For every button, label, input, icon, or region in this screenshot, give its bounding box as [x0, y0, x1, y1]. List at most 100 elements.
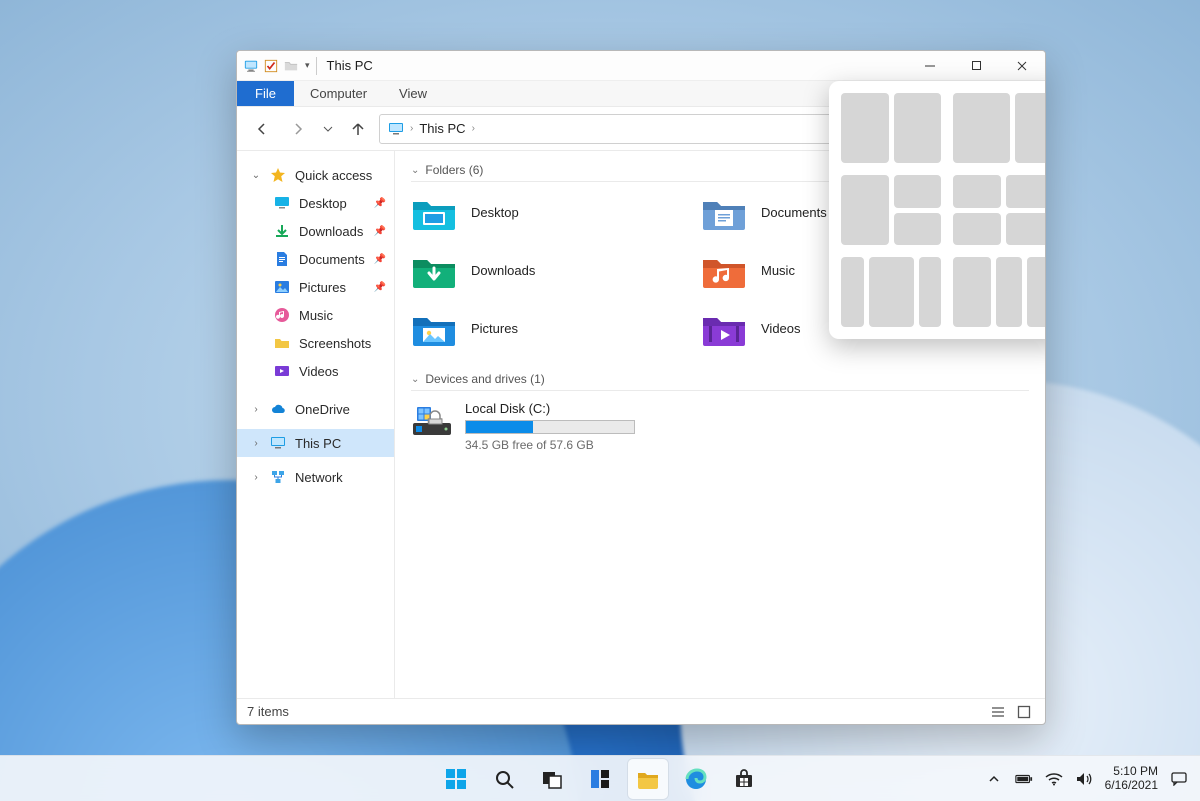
- group-header-drives[interactable]: ⌄ Devices and drives (1): [411, 368, 1029, 391]
- forward-button[interactable]: [283, 114, 313, 144]
- titlebar[interactable]: ▾ This PC: [237, 51, 1045, 81]
- sidebar-item-label: Quick access: [295, 168, 372, 183]
- sidebar-item-desktop[interactable]: Desktop 📌: [237, 189, 394, 217]
- taskbar[interactable]: 5:10 PM 6/16/2021: [0, 755, 1200, 801]
- sidebar-item-label: Screenshots: [299, 336, 371, 351]
- sidebar-item-label: OneDrive: [295, 402, 350, 417]
- desktop: ▾ This PC File Computer View › Thi: [0, 0, 1200, 801]
- battery-icon[interactable]: [1015, 770, 1033, 788]
- music-icon: [273, 306, 291, 324]
- sidebar-item-screenshots[interactable]: Screenshots: [237, 329, 394, 357]
- notifications-button[interactable]: [1170, 770, 1188, 788]
- clock-time: 5:10 PM: [1105, 765, 1158, 778]
- sidebar-item-documents[interactable]: Documents 📌: [237, 245, 394, 273]
- drive-icon: [411, 401, 453, 439]
- chevron-right-icon[interactable]: ›: [251, 438, 261, 449]
- widgets-button[interactable]: [580, 759, 620, 799]
- pictures-folder-icon: [411, 308, 457, 348]
- status-bar: 7 items: [237, 698, 1045, 724]
- close-button[interactable]: [999, 51, 1045, 80]
- task-view-button[interactable]: [532, 759, 572, 799]
- video-icon: [273, 362, 291, 380]
- pin-icon: 📌: [374, 254, 386, 265]
- details-view-button[interactable]: [987, 703, 1009, 721]
- folder-icon: [273, 334, 291, 352]
- breadcrumb-this-pc[interactable]: This PC: [419, 121, 465, 136]
- sidebar-item-label: Desktop: [299, 196, 347, 211]
- file-explorer-window: ▾ This PC File Computer View › Thi: [236, 50, 1046, 725]
- star-icon: [269, 166, 287, 184]
- sidebar-item-label: Documents: [299, 252, 365, 267]
- maximize-button[interactable]: [953, 51, 999, 80]
- edge-button[interactable]: [676, 759, 716, 799]
- sidebar-this-pc[interactable]: › This PC: [237, 429, 394, 457]
- videos-folder-icon: [701, 308, 747, 348]
- chevron-right-icon[interactable]: ›: [251, 404, 261, 415]
- clock[interactable]: 5:10 PM 6/16/2021: [1105, 765, 1158, 791]
- volume-icon[interactable]: [1075, 770, 1093, 788]
- sidebar-item-label: Pictures: [299, 280, 346, 295]
- group-header-label: Folders (6): [425, 163, 483, 177]
- folder-label: Downloads: [471, 263, 535, 278]
- snap-layout-option[interactable]: [953, 175, 1046, 245]
- recent-locations-button[interactable]: [319, 114, 337, 144]
- checkbox-icon: [263, 59, 279, 73]
- drive-label: Local Disk (C:): [465, 401, 691, 416]
- snap-layout-option[interactable]: [953, 257, 1046, 327]
- desktop-icon: [273, 194, 291, 212]
- folder-downloads[interactable]: Downloads: [411, 250, 681, 290]
- sidebar-item-downloads[interactable]: Downloads 📌: [237, 217, 394, 245]
- snap-layout-option[interactable]: [841, 175, 941, 245]
- chevron-right-icon[interactable]: ›: [251, 472, 261, 483]
- system-tray: 5:10 PM 6/16/2021: [985, 765, 1200, 791]
- dropdown-icon[interactable]: ▾: [305, 60, 310, 71]
- drive-usage-bar: [465, 420, 635, 434]
- folder-desktop[interactable]: Desktop: [411, 192, 681, 232]
- download-icon: [273, 222, 291, 240]
- sidebar-quick-access[interactable]: ⌄ Quick access: [237, 161, 394, 189]
- sidebar-item-label: Music: [299, 308, 333, 323]
- ribbon-file-tab[interactable]: File: [237, 81, 294, 106]
- chevron-right-icon[interactable]: ›: [410, 123, 413, 134]
- chevron-right-icon[interactable]: ›: [472, 123, 475, 134]
- tray-overflow-button[interactable]: [985, 770, 1003, 788]
- snap-layout-option[interactable]: [953, 93, 1046, 163]
- sidebar-item-label: This PC: [295, 436, 341, 451]
- snap-layouts-flyout: [829, 81, 1046, 339]
- folder-label: Documents: [761, 205, 827, 220]
- ribbon-tab-computer[interactable]: Computer: [294, 81, 383, 106]
- status-item-count: 7 items: [247, 704, 289, 719]
- sidebar-onedrive[interactable]: › OneDrive: [237, 395, 394, 423]
- ribbon-tab-view[interactable]: View: [383, 81, 443, 106]
- this-pc-icon: [243, 59, 259, 73]
- this-pc-icon: [388, 121, 404, 137]
- start-button[interactable]: [436, 759, 476, 799]
- chevron-down-icon[interactable]: ⌄: [251, 170, 261, 181]
- up-button[interactable]: [343, 114, 373, 144]
- sidebar-item-music[interactable]: Music: [237, 301, 394, 329]
- sidebar-network[interactable]: › Network: [237, 463, 394, 491]
- store-button[interactable]: [724, 759, 764, 799]
- cloud-icon: [269, 400, 287, 418]
- snap-layout-option[interactable]: [841, 257, 941, 327]
- pin-icon: 📌: [374, 198, 386, 209]
- drive-local-disk-c[interactable]: Local Disk (C:) 34.5 GB free of 57.6 GB: [411, 401, 691, 452]
- group-header-label: Devices and drives (1): [425, 372, 544, 386]
- documents-folder-icon: [701, 192, 747, 232]
- minimize-button[interactable]: [907, 51, 953, 80]
- desktop-folder-icon: [411, 192, 457, 232]
- sidebar-item-videos[interactable]: Videos: [237, 357, 394, 385]
- large-icons-view-button[interactable]: [1013, 703, 1035, 721]
- folder-pictures[interactable]: Pictures: [411, 308, 681, 348]
- downloads-folder-icon: [411, 250, 457, 290]
- pin-icon: 📌: [374, 226, 386, 237]
- wifi-icon[interactable]: [1045, 770, 1063, 788]
- chevron-down-icon: ⌄: [411, 374, 419, 385]
- file-explorer-taskbar-button[interactable]: [628, 759, 668, 799]
- back-button[interactable]: [247, 114, 277, 144]
- navigation-pane: ⌄ Quick access Desktop 📌 Downloads 📌 Do: [237, 151, 395, 698]
- folder-label: Music: [761, 263, 795, 278]
- search-button[interactable]: [484, 759, 524, 799]
- snap-layout-option[interactable]: [841, 93, 941, 163]
- sidebar-item-pictures[interactable]: Pictures 📌: [237, 273, 394, 301]
